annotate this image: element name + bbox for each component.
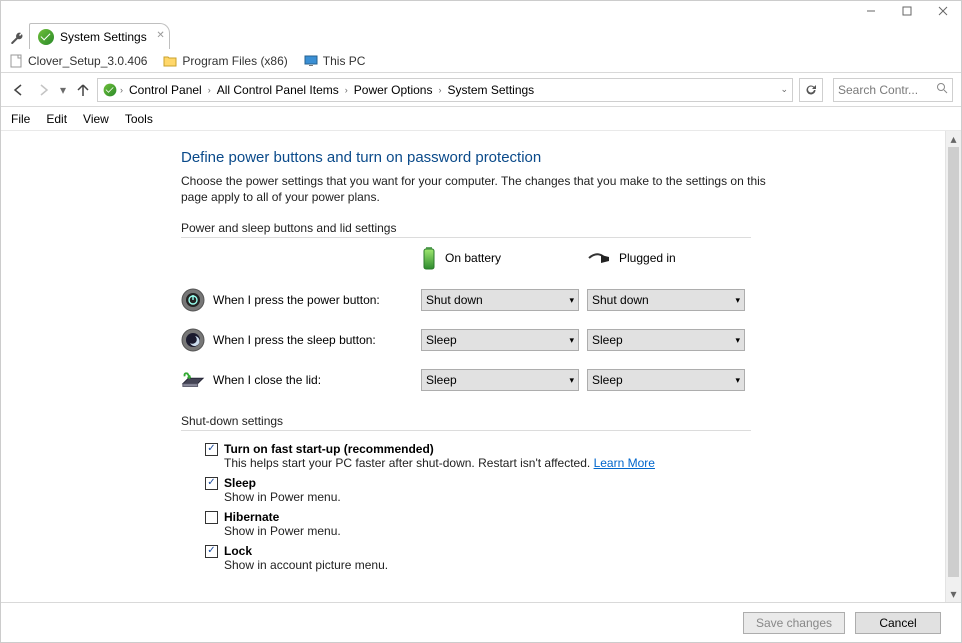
breadcrumb[interactable]: Control Panel bbox=[125, 83, 206, 97]
section-header-buttons: Power and sleep buttons and lid settings bbox=[181, 221, 751, 238]
scroll-thumb[interactable] bbox=[948, 147, 959, 577]
bookmarks-bar: Clover_Setup_3.0.406 Program Files (x86)… bbox=[1, 49, 961, 73]
breadcrumb[interactable]: System Settings bbox=[443, 83, 538, 97]
search-input[interactable]: Search Contr... bbox=[833, 78, 953, 102]
refresh-button[interactable] bbox=[799, 78, 823, 102]
file-icon bbox=[9, 54, 23, 68]
address-dropdown-icon[interactable]: ⌄ bbox=[780, 84, 788, 95]
chevron-down-icon: ▾ bbox=[569, 335, 574, 346]
menu-view[interactable]: View bbox=[83, 112, 109, 126]
lid-plugged-dropdown[interactable]: Sleep▾ bbox=[587, 369, 745, 391]
hibernate-checkbox[interactable] bbox=[205, 511, 218, 524]
hibernate-option: Hibernate Show in Power menu. bbox=[181, 507, 771, 541]
scroll-down-icon[interactable]: ▾ bbox=[946, 586, 961, 602]
sleep-option: ✓ Sleep Show in Power menu. bbox=[181, 473, 771, 507]
tab-strip: System Settings ✕ bbox=[1, 21, 961, 49]
power-button-row: When I press the power button: Shut down… bbox=[181, 280, 771, 320]
sleep-plugged-dropdown[interactable]: Sleep▾ bbox=[587, 329, 745, 351]
lid-battery-dropdown[interactable]: Sleep▾ bbox=[421, 369, 579, 391]
battery-icon bbox=[421, 246, 437, 270]
fast-startup-label: Turn on fast start-up (recommended) bbox=[224, 442, 434, 456]
tab-close-icon[interactable]: ✕ bbox=[156, 30, 164, 41]
close-button[interactable] bbox=[925, 1, 961, 21]
column-battery-label: On battery bbox=[445, 251, 501, 265]
minimize-button[interactable] bbox=[853, 1, 889, 21]
fast-startup-checkbox[interactable]: ✓ bbox=[205, 443, 218, 456]
scroll-up-icon[interactable]: ▴ bbox=[946, 131, 961, 147]
breadcrumb[interactable]: All Control Panel Items bbox=[213, 83, 343, 97]
control-panel-icon bbox=[38, 29, 54, 45]
sleep-battery-dropdown[interactable]: Sleep▾ bbox=[421, 329, 579, 351]
sleep-checkbox[interactable]: ✓ bbox=[205, 477, 218, 490]
column-plugged-label: Plugged in bbox=[619, 251, 676, 265]
search-placeholder: Search Contr... bbox=[838, 83, 918, 97]
tab-system-settings[interactable]: System Settings ✕ bbox=[29, 23, 170, 49]
chevron-down-icon: ▾ bbox=[735, 335, 740, 346]
chevron-right-icon[interactable]: › bbox=[438, 85, 441, 95]
sleep-label: Sleep bbox=[224, 476, 256, 490]
chevron-down-icon: ▾ bbox=[735, 375, 740, 386]
power-plugged-dropdown[interactable]: Shut down▾ bbox=[587, 289, 745, 311]
nav-up-button[interactable] bbox=[73, 79, 93, 101]
fast-startup-option: ✓ Turn on fast start-up (recommended) Th… bbox=[181, 439, 771, 473]
lid-row: When I close the lid: Sleep▾ Sleep▾ bbox=[181, 360, 771, 400]
lock-label: Lock bbox=[224, 544, 252, 558]
control-panel-icon bbox=[104, 83, 117, 96]
bookmark-item[interactable]: This PC bbox=[304, 54, 366, 68]
nav-recent-dropdown[interactable]: ▾ bbox=[57, 79, 69, 101]
menu-file[interactable]: File bbox=[11, 112, 30, 126]
sleep-button-row: When I press the sleep button: Sleep▾ Sl… bbox=[181, 320, 771, 360]
sleep-button-label: When I press the sleep button: bbox=[213, 333, 376, 347]
column-headers: On battery Plugged in bbox=[181, 246, 771, 270]
lid-close-icon bbox=[181, 368, 205, 392]
lock-checkbox[interactable]: ✓ bbox=[205, 545, 218, 558]
section-header-shutdown: Shut-down settings bbox=[181, 414, 751, 431]
learn-more-link[interactable]: Learn More bbox=[594, 456, 655, 470]
address-bar[interactable]: › Control Panel › All Control Panel Item… bbox=[97, 78, 793, 102]
chevron-down-icon: ▾ bbox=[735, 295, 740, 306]
nav-back-button[interactable] bbox=[9, 79, 29, 101]
page-description: Choose the power settings that you want … bbox=[181, 174, 771, 205]
menu-tools[interactable]: Tools bbox=[125, 112, 153, 126]
bookmark-item[interactable]: Program Files (x86) bbox=[163, 54, 287, 68]
chevron-right-icon[interactable]: › bbox=[120, 85, 123, 95]
maximize-button[interactable] bbox=[889, 1, 925, 21]
footer-bar: Save changes Cancel bbox=[1, 602, 961, 642]
bookmark-item[interactable]: Clover_Setup_3.0.406 bbox=[9, 54, 147, 68]
tab-title: System Settings bbox=[60, 30, 147, 44]
navigation-bar: ▾ › Control Panel › All Control Panel It… bbox=[1, 73, 961, 107]
folder-icon bbox=[163, 54, 177, 68]
lid-label: When I close the lid: bbox=[213, 373, 321, 387]
power-button-icon bbox=[181, 288, 205, 312]
sleep-button-icon bbox=[181, 328, 205, 352]
nav-forward-button[interactable] bbox=[33, 79, 53, 101]
power-battery-dropdown[interactable]: Shut down▾ bbox=[421, 289, 579, 311]
settings-wrench-icon[interactable] bbox=[7, 31, 27, 49]
vertical-scrollbar[interactable]: ▴ ▾ bbox=[945, 131, 961, 602]
power-button-label: When I press the power button: bbox=[213, 293, 380, 307]
menu-bar: File Edit View Tools bbox=[1, 107, 961, 131]
pc-icon bbox=[304, 54, 318, 68]
plug-icon bbox=[587, 252, 611, 264]
page-title: Define power buttons and turn on passwor… bbox=[181, 149, 771, 166]
search-icon bbox=[936, 82, 948, 97]
chevron-right-icon[interactable]: › bbox=[208, 85, 211, 95]
chevron-down-icon: ▾ bbox=[569, 295, 574, 306]
lock-option: ✓ Lock Show in account picture menu. bbox=[181, 541, 771, 575]
window-titlebar bbox=[1, 1, 961, 21]
chevron-right-icon[interactable]: › bbox=[345, 85, 348, 95]
cancel-button[interactable]: Cancel bbox=[855, 612, 941, 634]
chevron-down-icon: ▾ bbox=[569, 375, 574, 386]
menu-edit[interactable]: Edit bbox=[46, 112, 67, 126]
hibernate-label: Hibernate bbox=[224, 510, 279, 524]
breadcrumb[interactable]: Power Options bbox=[350, 83, 437, 97]
main-content-area: Define power buttons and turn on passwor… bbox=[1, 131, 961, 602]
save-changes-button[interactable]: Save changes bbox=[743, 612, 845, 634]
